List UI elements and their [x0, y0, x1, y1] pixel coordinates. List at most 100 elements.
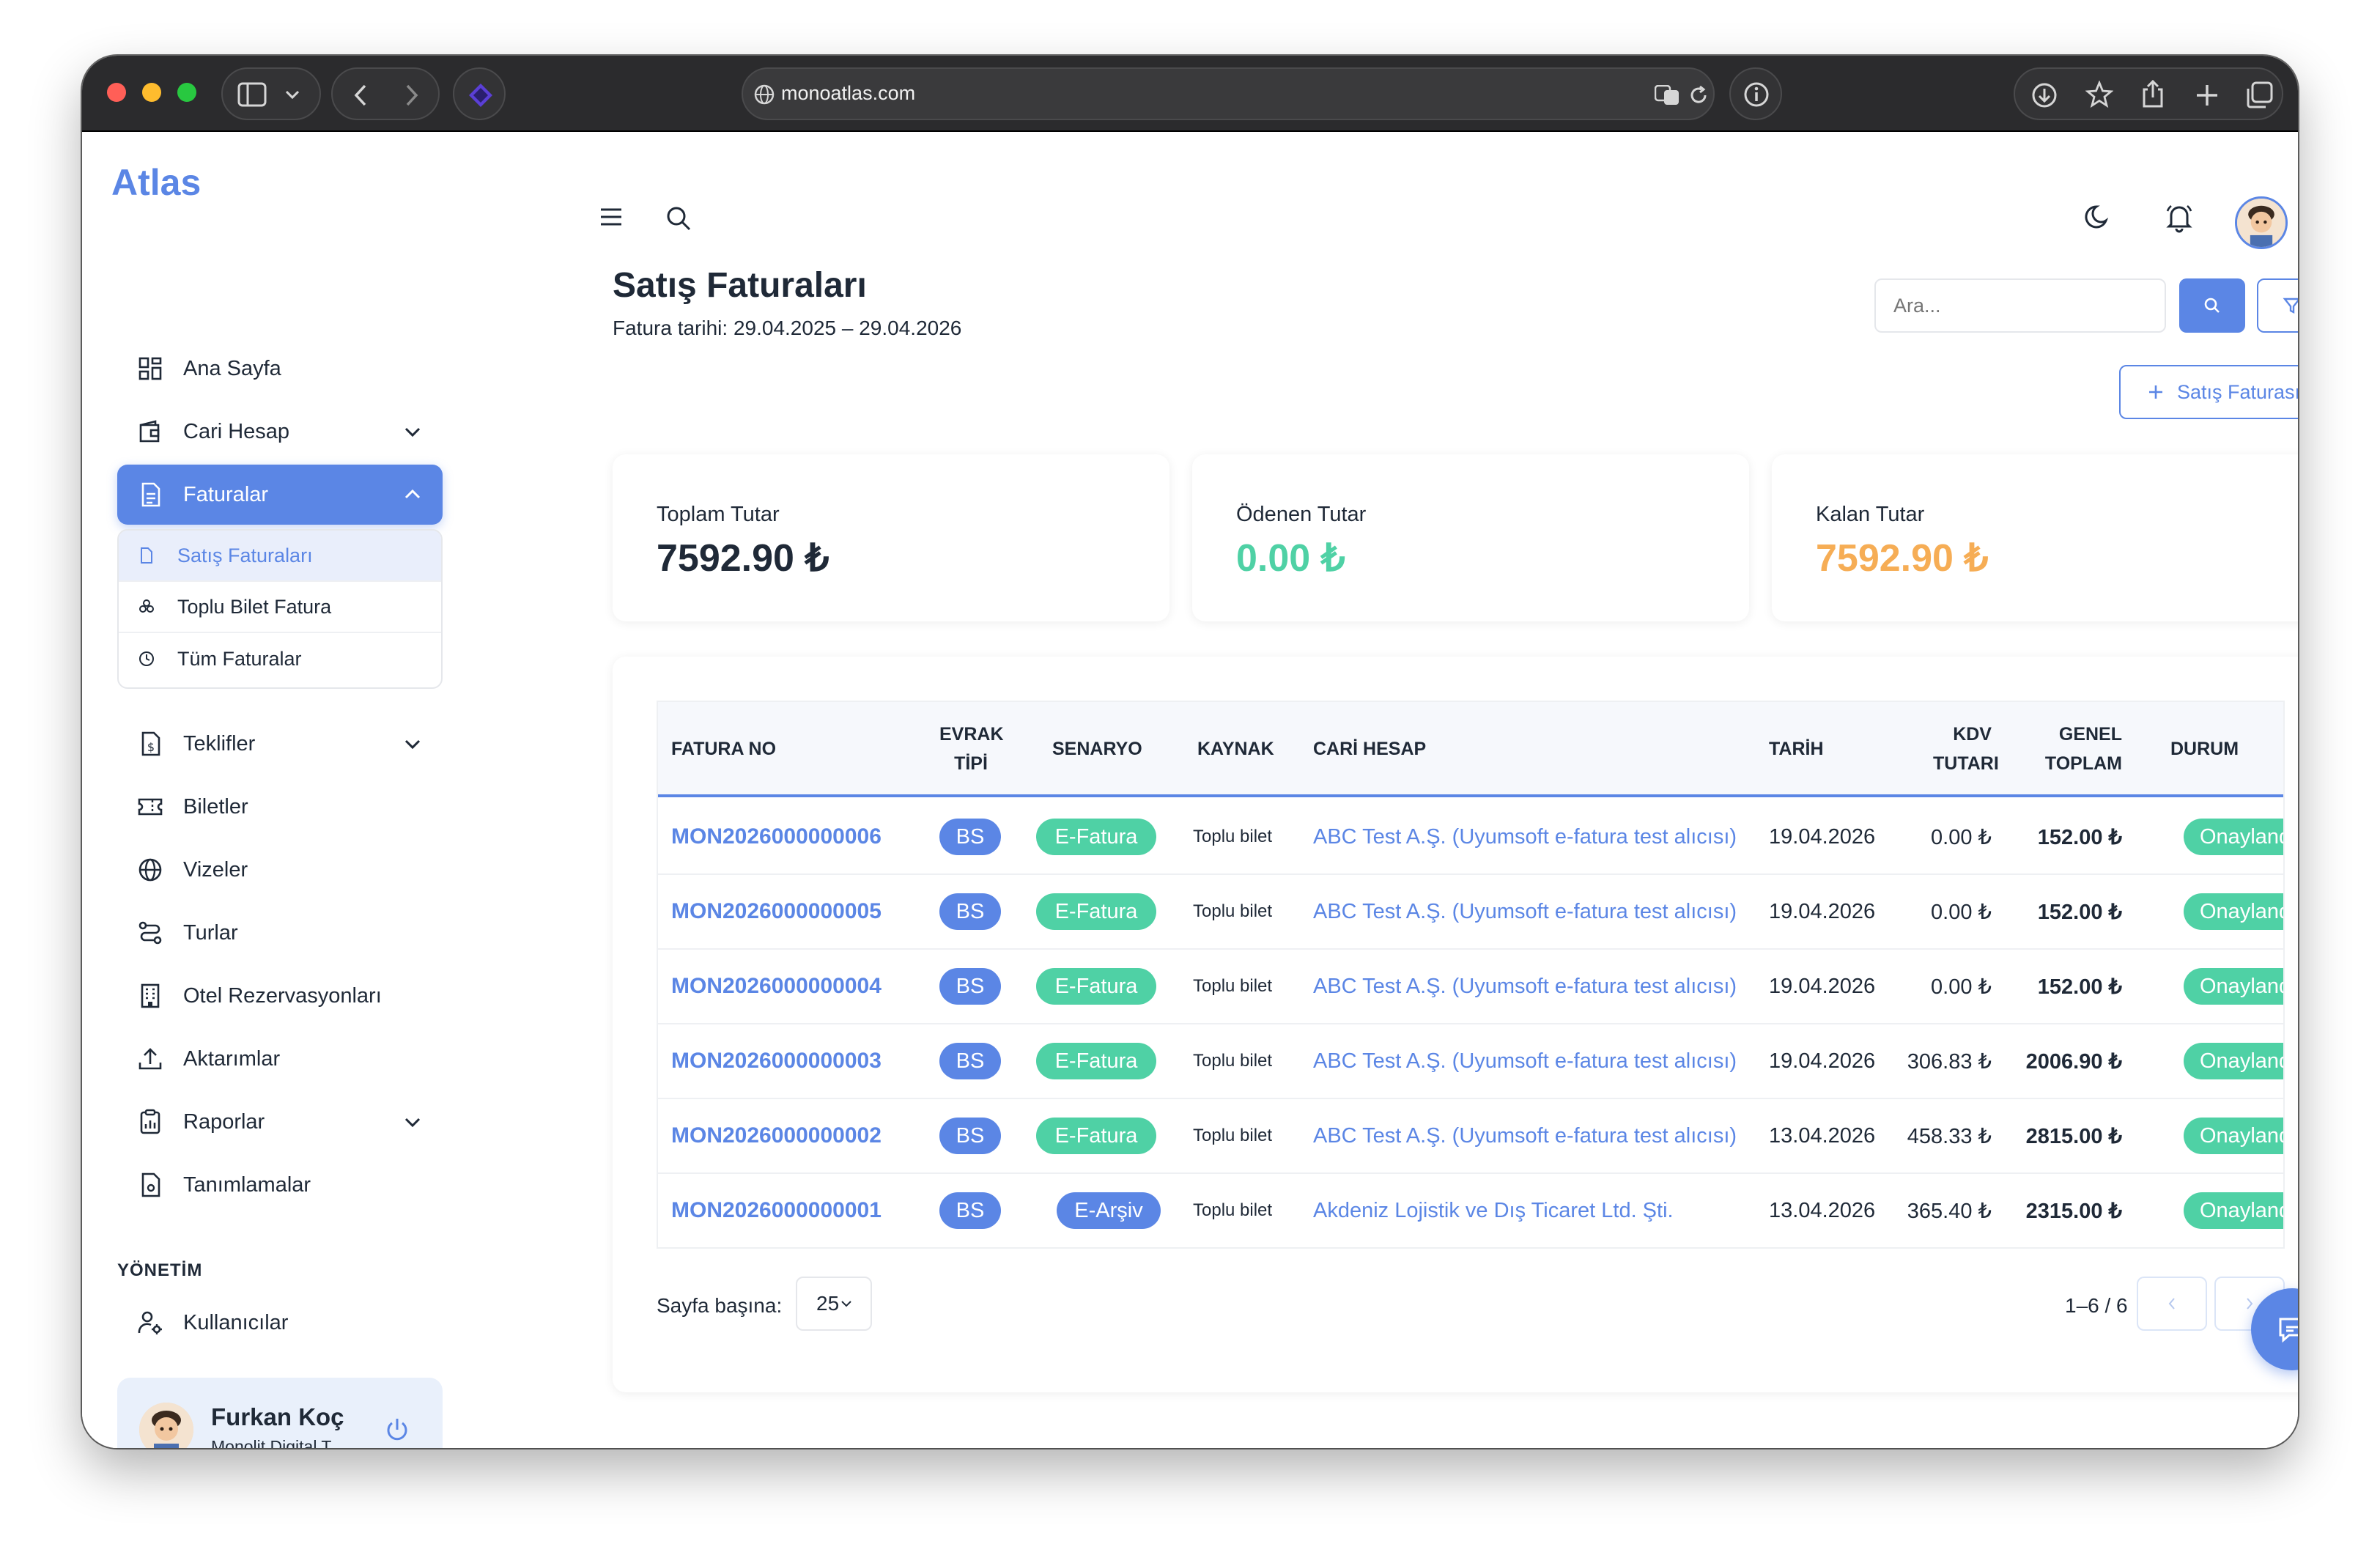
- table-row[interactable]: MON2026000000006 BS E-Fatura Toplu bilet ABC…: [658, 800, 2283, 875]
- per-page-select[interactable]: 25: [796, 1277, 872, 1331]
- col-header-fatura-no[interactable]: FATURA NO: [671, 734, 776, 764]
- date-text: 13.04.2026: [1769, 1198, 1876, 1222]
- pagination-range: 1–6 / 6: [2065, 1294, 2128, 1317]
- table-row[interactable]: MON2026000000005 BS E-Fatura Toplu bilet ABC…: [658, 875, 2283, 950]
- table-row[interactable]: MON2026000000002 BS E-Fatura Toplu bilet ABC…: [658, 1099, 2283, 1174]
- scenario-badge: E-Arşiv: [1057, 1192, 1161, 1229]
- chevron-down-icon: [285, 90, 300, 100]
- forward-icon[interactable]: [403, 84, 421, 107]
- sidebar-item-cari-hesap[interactable]: Cari Hesap: [117, 402, 443, 462]
- account-link[interactable]: ABC Test A.Ş. (Uyumsoft e-fatura test al…: [1313, 825, 1737, 849]
- invoice-number-link[interactable]: MON2026000000004: [671, 974, 882, 999]
- sidebar-toggle-button[interactable]: [221, 67, 321, 120]
- account-link[interactable]: Akdeniz Lojistik ve Dış Ticaret Ltd. Şti…: [1313, 1199, 1674, 1223]
- sidebar-item-turlar[interactable]: Turlar: [117, 903, 443, 963]
- grand-total: 152.00 ₺: [2037, 900, 2122, 924]
- new-invoice-button[interactable]: Satış Faturası: [2119, 365, 2298, 419]
- back-icon[interactable]: [352, 84, 369, 107]
- invoice-table: FATURA NO EVRAK TİPİ SENARYO KAYNAK CARİ …: [657, 701, 2285, 1249]
- grand-total: 152.00 ₺: [2037, 975, 2122, 999]
- table-row[interactable]: MON2026000000001 BS E-Arşiv Toplu bilet Akde…: [658, 1174, 2283, 1247]
- tabs-overview-icon[interactable]: [2245, 81, 2273, 109]
- col-header-kdv-tutari[interactable]: KDV TUTARI: [1933, 720, 1999, 778]
- table-row[interactable]: MON2026000000004 BS E-Fatura Toplu bilet ABC…: [658, 950, 2283, 1024]
- info-button[interactable]: [1729, 67, 1782, 120]
- date-text: 19.04.2026: [1769, 1049, 1876, 1073]
- date-text: 19.04.2026: [1769, 974, 1876, 998]
- search-input[interactable]: [1874, 278, 2166, 333]
- user-name: Furkan Koç: [211, 1403, 344, 1430]
- sidebar-item-raporlar[interactable]: Raporlar: [117, 1092, 443, 1152]
- invoice-submenu: Satış Faturaları Toplu Bilet Fatura Tüm …: [117, 529, 443, 689]
- date-text: 19.04.2026: [1769, 899, 1876, 923]
- col-header-durum[interactable]: DURUM: [2170, 734, 2239, 764]
- col-header-line: TUTARI: [1933, 753, 1999, 774]
- account-link[interactable]: ABC Test A.Ş. (Uyumsoft e-fatura test al…: [1313, 1124, 1737, 1148]
- sidebar-item-faturalar[interactable]: Faturalar: [117, 465, 443, 525]
- brand-logo[interactable]: Atlas: [111, 161, 201, 204]
- col-header-senaryo[interactable]: SENARYO: [1052, 734, 1142, 764]
- info-icon: [1744, 82, 1769, 107]
- col-header-kaynak[interactable]: KAYNAK: [1197, 734, 1274, 764]
- user-settings-icon: [138, 1311, 162, 1334]
- table-row[interactable]: MON2026000000003 BS E-Fatura Toplu bilet ABC…: [658, 1024, 2283, 1099]
- close-window-button[interactable]: [107, 83, 126, 102]
- filter-button[interactable]: [2257, 278, 2298, 333]
- maximize-window-button[interactable]: [177, 83, 196, 102]
- translate-icon[interactable]: [1655, 85, 1679, 106]
- per-page-label: Sayfa başına:: [657, 1294, 783, 1317]
- invoice-number-link[interactable]: MON2026000000002: [671, 1123, 882, 1148]
- invoice-number-link[interactable]: MON2026000000001: [671, 1198, 882, 1223]
- user-card[interactable]: Furkan Koç Monolit Digital T...: [117, 1378, 443, 1448]
- sidebar-item-kullanicilar[interactable]: Kullanıcılar: [117, 1293, 443, 1353]
- invoice-number-link[interactable]: MON2026000000005: [671, 899, 882, 924]
- submenu-item-toplu-bilet-fatura[interactable]: Toplu Bilet Fatura: [119, 582, 441, 633]
- power-icon[interactable]: [382, 1415, 412, 1444]
- minimize-window-button[interactable]: [142, 83, 161, 102]
- submenu-item-satis-faturalari[interactable]: Satış Faturaları: [119, 531, 441, 582]
- sidebar-item-ana-sayfa[interactable]: Ana Sayfa: [117, 339, 443, 399]
- sidebar-item-label: Teklifler: [183, 731, 256, 756]
- col-header-genel-toplam[interactable]: GENEL TOPLAM: [2036, 720, 2122, 778]
- download-icon[interactable]: [2031, 82, 2058, 108]
- moon-icon[interactable]: [2084, 202, 2113, 232]
- new-tab-icon[interactable]: [2194, 82, 2220, 108]
- col-header-tarih[interactable]: TARİH: [1769, 734, 1824, 764]
- submenu-item-tum-faturalar[interactable]: Tüm Faturalar: [119, 633, 441, 684]
- address-bar[interactable]: monoatlas.com: [742, 67, 1715, 120]
- extension-button[interactable]: [453, 67, 506, 120]
- search-icon[interactable]: [665, 205, 692, 232]
- share-icon[interactable]: [2140, 79, 2166, 108]
- header-avatar[interactable]: [2235, 196, 2288, 249]
- search-button[interactable]: [2179, 278, 2245, 333]
- source-text: Toplu bilet: [1193, 1200, 1273, 1220]
- account-link[interactable]: ABC Test A.Ş. (Uyumsoft e-fatura test al…: [1313, 1049, 1737, 1074]
- bell-icon[interactable]: [2165, 202, 2194, 233]
- sidebar-item-teklifler[interactable]: $ Teklifler: [117, 714, 443, 774]
- submenu-label: Tüm Faturalar: [177, 647, 302, 670]
- account-link[interactable]: ABC Test A.Ş. (Uyumsoft e-fatura test al…: [1313, 975, 1737, 999]
- route-icon: [138, 921, 162, 945]
- star-icon[interactable]: [2085, 81, 2113, 108]
- sidebar-item-biletler[interactable]: Biletler: [117, 777, 443, 837]
- chevron-up-icon: [404, 489, 421, 499]
- summary-card-paid: Ödenen Tutar 0.00 ₺: [1192, 454, 1749, 621]
- invoice-number-link[interactable]: MON2026000000003: [671, 1049, 882, 1074]
- menu-icon[interactable]: [599, 207, 623, 227]
- sidebar-item-aktarimlar[interactable]: Aktarımlar: [117, 1029, 443, 1089]
- prev-page-button[interactable]: [2137, 1277, 2207, 1331]
- sidebar-item-tanimlamalar[interactable]: Tanımlamalar: [117, 1155, 443, 1215]
- col-header-evrak-tipi[interactable]: EVRAK TİPİ: [939, 720, 1004, 778]
- invoice-number-link[interactable]: MON2026000000006: [671, 824, 882, 849]
- sidebar-item-vizeler[interactable]: Vizeler: [117, 840, 443, 900]
- page-title: Satış Faturaları: [613, 266, 867, 305]
- col-header-cari-hesap[interactable]: CARİ HESAP: [1313, 734, 1426, 764]
- col-header-line: EVRAK: [939, 724, 1004, 745]
- account-link[interactable]: ABC Test A.Ş. (Uyumsoft e-fatura test al…: [1313, 900, 1737, 924]
- document-settings-icon: [141, 1172, 160, 1197]
- reload-icon[interactable]: [1688, 85, 1709, 106]
- sidebar-item-otel-rezervasyonlari[interactable]: Otel Rezervasyonları: [117, 966, 443, 1026]
- date-text: 19.04.2026: [1769, 824, 1876, 849]
- vat-amount: 365.40 ₺: [1907, 1199, 1992, 1223]
- search-icon: [2204, 298, 2220, 313]
